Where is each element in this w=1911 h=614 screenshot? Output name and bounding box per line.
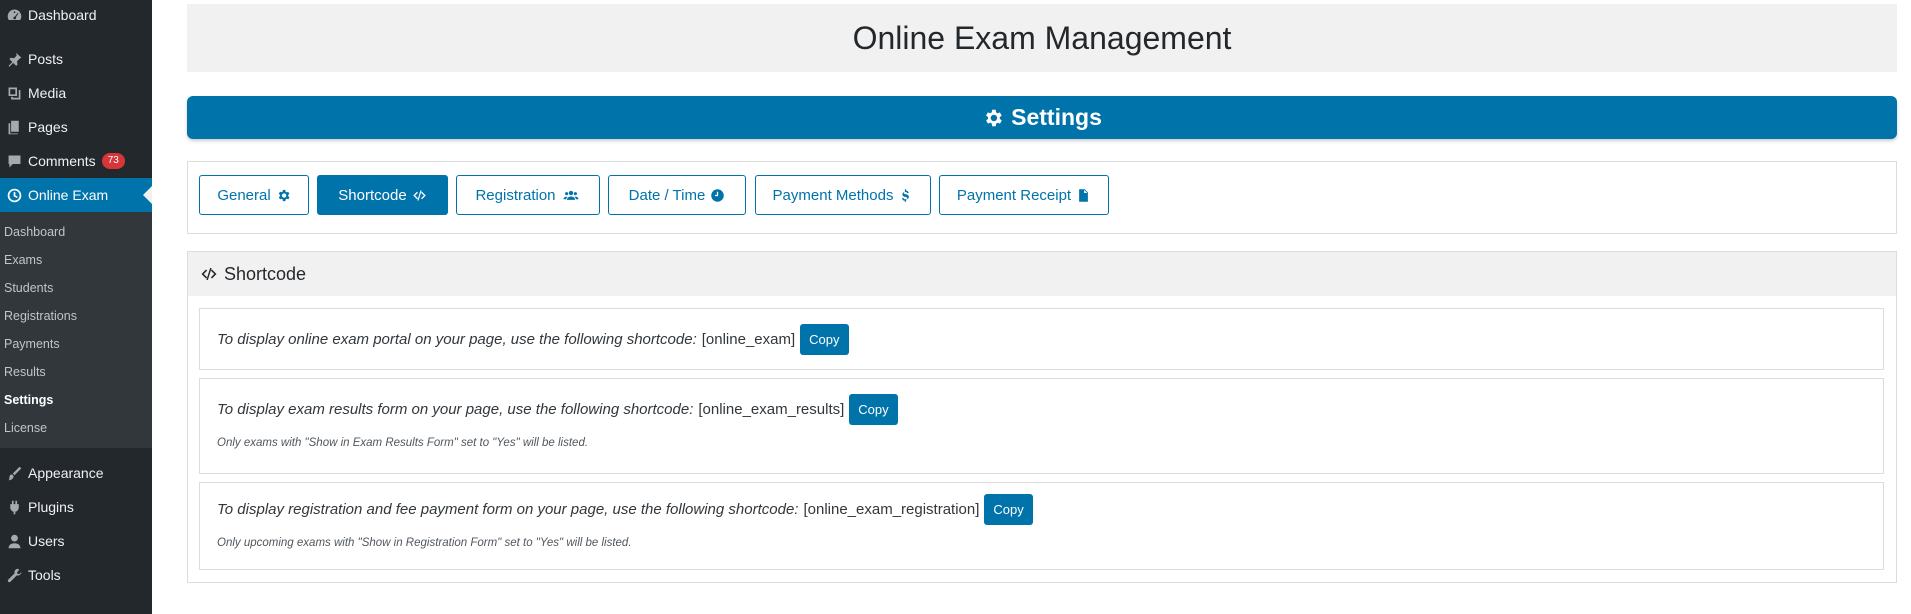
dashboard-icon <box>0 7 28 24</box>
menu-item-pages[interactable]: Pages <box>0 110 152 144</box>
menu-label: Pages <box>28 119 68 135</box>
submenu-payments[interactable]: Payments <box>0 330 152 358</box>
shortcode-line: To display exam results form on your pag… <box>217 394 898 425</box>
tab-label: Payment Receipt <box>956 186 1072 204</box>
menu-label: Media <box>28 85 67 101</box>
dollar-icon <box>902 188 910 202</box>
submenu-exams[interactable]: Exams <box>0 246 152 274</box>
submenu-dashboard[interactable]: Dashboard <box>0 218 152 246</box>
page-title: Online Exam Management <box>852 19 1232 56</box>
tab-shortcode[interactable]: Shortcode <box>317 175 448 215</box>
menu-label: Plugins <box>28 499 74 515</box>
tab-label: Registration <box>475 186 556 204</box>
page-title-bar: Online Exam Management <box>187 4 1897 72</box>
menu-item-media[interactable]: Media <box>0 76 152 110</box>
tab-general[interactable]: General <box>199 175 309 215</box>
tab-label: Date / Time <box>628 186 706 204</box>
menu-item-tools[interactable]: Tools <box>0 558 152 592</box>
shortcode-row-exam-registration: To display registration and fee payment … <box>199 482 1884 570</box>
menu-item-plugins[interactable]: Plugins <box>0 490 152 524</box>
copy-button[interactable]: Copy <box>984 494 1033 525</box>
shortcode-row-exam-portal: To display online exam portal on your pa… <box>199 308 1884 370</box>
shortcode-value: [online_exam] <box>701 331 796 348</box>
shortcode-description: To display registration and fee payment … <box>217 501 799 518</box>
pin-icon <box>0 51 28 68</box>
menu-label: Online Exam <box>28 187 109 203</box>
users-icon <box>0 533 28 550</box>
plug-icon <box>0 499 28 516</box>
settings-header-bar: Settings <box>187 96 1897 139</box>
code-icon <box>412 190 426 200</box>
menu-item-online-exam[interactable]: Online Exam <box>0 178 152 212</box>
shortcode-panel: Shortcode To display online exam portal … <box>187 251 1897 583</box>
shortcode-heading: Shortcode <box>224 263 307 284</box>
shortcode-note: Only exams with "Show in Exam Results Fo… <box>217 437 589 449</box>
copy-button[interactable]: Copy <box>849 394 898 425</box>
menu-label: Comments <box>28 153 96 169</box>
menu-item-comments[interactable]: Comments 73 <box>0 144 152 178</box>
users-icon <box>563 190 579 200</box>
submenu-settings[interactable]: Settings <box>0 386 152 414</box>
comments-icon <box>0 153 28 170</box>
shortcode-value: [online_exam_registration] <box>803 501 980 518</box>
tab-date-time[interactable]: Date / Time <box>608 175 746 215</box>
tab-label: Shortcode <box>338 186 407 204</box>
menu-item-posts[interactable]: Posts <box>0 42 152 76</box>
submenu-students[interactable]: Students <box>0 274 152 302</box>
shortcode-line: To display online exam portal on your pa… <box>217 324 849 355</box>
tab-label: Payment Methods <box>772 186 894 204</box>
media-icon <box>0 85 28 102</box>
tab-registration[interactable]: Registration <box>456 175 600 215</box>
menu-item-appearance[interactable]: Appearance <box>0 456 152 490</box>
shortcode-panel-header: Shortcode <box>188 252 1896 296</box>
menu-label: Users <box>28 533 65 549</box>
settings-heading: Settings <box>1011 104 1102 130</box>
brush-icon <box>0 465 28 482</box>
shortcode-note: Only upcoming exams with "Show in Regist… <box>217 537 632 549</box>
shortcode-description: To display exam results form on your pag… <box>217 401 694 418</box>
submenu-license[interactable]: License <box>0 414 152 442</box>
submenu-results[interactable]: Results <box>0 358 152 386</box>
shortcode-description: To display online exam portal on your pa… <box>217 331 697 348</box>
pages-icon <box>0 119 28 136</box>
menu-label: Dashboard <box>28 7 97 23</box>
comments-count-badge: 73 <box>101 153 125 169</box>
shortcode-value: [online_exam_results] <box>698 401 845 418</box>
menu-label: Tools <box>28 567 61 583</box>
clock-icon <box>711 188 725 202</box>
clock-icon <box>0 187 28 204</box>
online-exam-submenu: Dashboard Exams Students Registrations P… <box>0 212 152 448</box>
wrench-icon <box>0 567 28 584</box>
tab-label: General <box>217 186 271 204</box>
menu-label: Appearance <box>28 465 104 481</box>
settings-tabs: General Shortcode Registration Date / Ti… <box>187 161 1897 234</box>
tab-payment-methods[interactable]: Payment Methods <box>755 175 931 215</box>
code-icon <box>201 268 217 280</box>
gear-icon <box>278 189 290 201</box>
shortcode-row-exam-results: To display exam results form on your pag… <box>199 378 1884 474</box>
admin-sidebar: Dashboard Posts Media Pages Comments 73 … <box>0 0 152 614</box>
shortcode-line: To display registration and fee payment … <box>217 494 1033 525</box>
menu-label: Posts <box>28 51 64 67</box>
submenu-registrations[interactable]: Registrations <box>0 302 152 330</box>
menu-item-dashboard[interactable]: Dashboard <box>0 0 152 30</box>
copy-button[interactable]: Copy <box>800 324 849 355</box>
tab-payment-receipt[interactable]: Payment Receipt <box>939 175 1109 215</box>
file-icon <box>1079 188 1088 202</box>
menu-item-users[interactable]: Users <box>0 524 152 558</box>
gear-icon <box>986 109 1002 126</box>
